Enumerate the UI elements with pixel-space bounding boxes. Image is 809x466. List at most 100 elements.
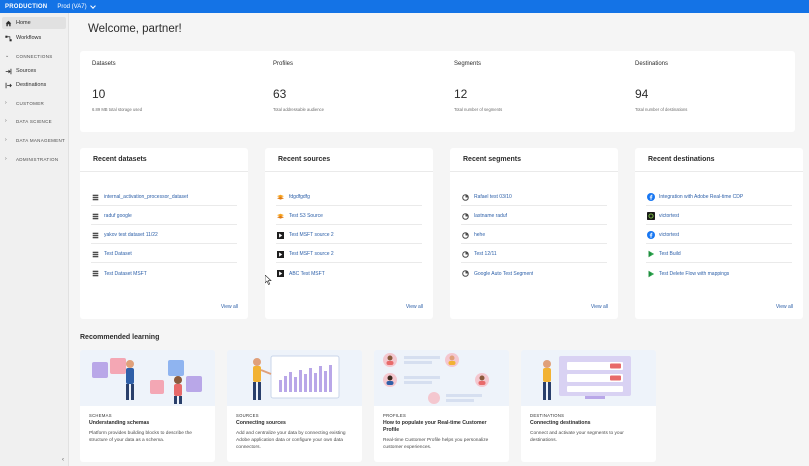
sidebar-section-data-science[interactable]: › DATA SCIENCE [2,116,66,126]
list-item[interactable]: victortest [646,227,792,244]
sidebar-section-data-management[interactable]: › DATA MANAGEMENT [2,135,66,145]
main-content: Welcome, partner! Datasets 10 6.89 MB to… [69,13,809,466]
workflow-icon [5,35,12,42]
view-all-link[interactable]: View all [776,304,793,310]
play-store-icon [646,250,655,258]
list-item[interactable]: Test Build [646,246,792,263]
list-item[interactable]: yakov test dataset 11/22 [91,227,237,244]
recent-datasets-card: Recent datasets internal_activation_proc… [80,148,248,319]
sidebar-item-home[interactable]: Home [2,17,66,29]
card-title: Recent segments [463,156,521,163]
stat-label: Datasets [92,61,116,67]
learning-card-profiles[interactable]: PROFILES How to populate your Real-time … [374,350,509,462]
list-item[interactable]: Test Dataset MSFT [91,265,237,282]
stat-profiles[interactable]: Profiles 63 Total addressable audience [273,51,453,132]
list-item[interactable]: Integration with Adobe Real-time CDP [646,189,792,206]
sandbox-switcher[interactable]: Prod (VA7) [57,2,96,10]
stat-label: Destinations [635,61,669,67]
page-title: Welcome, partner! [88,23,182,35]
segment-icon [461,193,470,201]
card-description: Add and centralize your data by connecti… [236,431,346,450]
view-all-link[interactable]: View all [406,304,423,310]
segment-icon [461,250,470,258]
dataset-icon [91,270,100,278]
card-description: Real-time Customer Profile helps you per… [383,438,489,450]
list-item[interactable]: lastname raduf [461,208,607,225]
stat-label: Segments [454,61,482,67]
list-item[interactable]: raduf google [91,208,237,225]
sidebar-item-workflows[interactable]: Workflows [2,32,66,44]
list-item[interactable]: internal_activation_processor_dataset [91,189,237,206]
list-item[interactable]: fdgdfgdfg [276,189,422,206]
card-category: DESTINATIONS [530,413,565,418]
stat-value: 94 [635,87,649,101]
card-title: Connecting destinations [530,420,591,426]
divider [80,171,248,172]
stats-card: Datasets 10 6.89 MB total storage used P… [80,51,795,132]
learning-card-destinations[interactable]: DESTINATIONS Connecting destinations Con… [521,350,656,462]
divider [265,171,433,172]
list-item[interactable]: Test Dataset [91,246,237,263]
divider [450,171,618,172]
collapse-sidebar-icon[interactable]: ‹ [62,457,64,463]
chevron-down-icon: ⌄ [5,53,10,59]
destinations-icon [5,82,12,89]
sidebar-item-destinations[interactable]: Destinations [2,79,66,91]
top-bar: PRODUCTION Prod (VA7) [0,0,809,13]
list-item[interactable]: Rafael test 03/10 [461,189,607,206]
stat-subtext: Total addressable audience [273,107,324,112]
list-item[interactable]: Test 12/11 [461,246,607,263]
card-title: Understanding schemas [89,420,150,426]
chevron-down-icon [89,2,96,9]
recent-segments-card: Recent segments Rafael test 03/10 lastna… [450,148,618,319]
list-item[interactable]: Test MSFT source 2 [276,246,422,263]
destinations-illustration [521,350,656,406]
sidebar-section-administration[interactable]: › ADMINISTRATION [2,154,66,164]
sidebar-item-sources[interactable]: Sources [2,65,66,77]
list-item[interactable]: hehe [461,227,607,244]
list-item[interactable]: Test S3 Source [276,208,422,225]
sidebar-item-label: Workflows [16,35,42,41]
card-title: How to populate your Real-time Customer … [383,420,487,433]
card-title: Connecting sources [236,420,286,426]
home-icon [5,20,12,27]
sources-icon [5,68,12,75]
card-category: SOURCES [236,413,259,418]
org-name: PRODUCTION [5,3,48,10]
facebook-icon [646,193,655,201]
card-category: SCHEMAS [89,413,112,418]
stat-subtext: Total number of destinations [635,107,688,112]
sidebar-item-label: Destinations [16,82,47,88]
play-store-icon [646,270,655,278]
chevron-right-icon: › [5,100,7,106]
list-item[interactable]: victortest [646,208,792,225]
view-all-link[interactable]: View all [591,304,608,310]
view-all-link[interactable]: View all [221,304,238,310]
chevron-right-icon: › [5,137,7,143]
learning-card-schemas[interactable]: SCHEMAS Understanding schemas Platform p… [80,350,215,462]
msft-source-icon [276,270,285,278]
stat-value: 12 [454,87,468,101]
sidebar-section-connections[interactable]: ⌄ CONNECTIONS [2,51,66,61]
sidebar-item-label: Sources [16,68,37,74]
schemas-illustration [80,350,215,406]
stat-destinations[interactable]: Destinations 94 Total number of destinat… [635,51,809,132]
list-item[interactable]: Google Auto Test Segment [461,265,607,282]
stat-subtext: Total number of segments [454,107,503,112]
card-title: Recent datasets [93,156,147,163]
list-item[interactable]: Test Delete Flow with mappings [646,265,792,282]
learning-card-sources[interactable]: SOURCES Connecting sources Add and centr… [227,350,362,462]
sidebar-item-label: Home [16,20,31,26]
sidebar-section-customer[interactable]: › CUSTOMER [2,98,66,108]
list-item[interactable]: Test MSFT source 2 [276,227,422,244]
s3-bucket-icon [276,193,285,201]
stat-datasets[interactable]: Datasets 10 6.89 MB total storage used [92,51,272,132]
sandbox-label: Prod (VA7) [57,3,87,10]
card-title: Recent destinations [648,156,715,163]
list-item[interactable]: ABC Test MSFT [276,265,422,282]
stat-segments[interactable]: Segments 12 Total number of segments [454,51,634,132]
dataset-icon [91,250,100,258]
segment-icon [461,270,470,278]
card-title: Recent sources [278,156,331,163]
recent-destinations-card: Recent destinations Integration with Ado… [635,148,803,319]
